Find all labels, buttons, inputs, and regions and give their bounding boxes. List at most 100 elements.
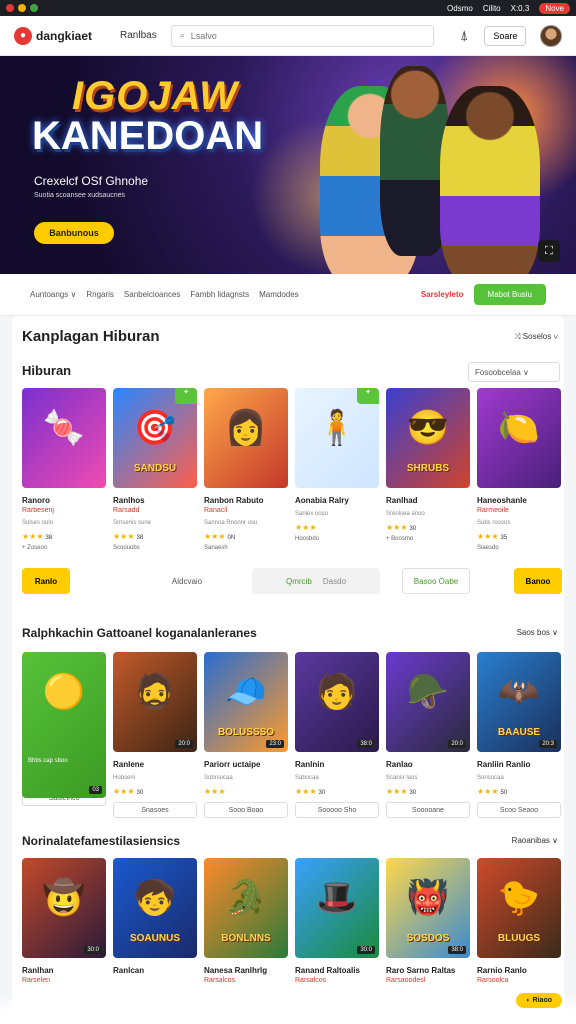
game-art-icon: 🍬: [42, 409, 86, 447]
game-card[interactable]: 🐊 BONLNNS Nanesa Ranlhrlg Rarsalcos: [204, 858, 288, 984]
game-thumbnail[interactable]: 👩: [204, 388, 288, 488]
filter-item[interactable]: Sanbelcioances: [124, 290, 180, 299]
game-card[interactable]: 🧍 ✦ Aonabia Ralry Sanlex ooso ★★★ Hoosbdo: [295, 388, 379, 551]
action-button[interactable]: Ranlo: [22, 568, 70, 594]
rating-stars: ★★★: [295, 523, 317, 532]
game-card[interactable]: 🎩 30:0 Ranand Raltoalis Rarsalcos: [295, 858, 379, 984]
game-subtitle: Sonsocaa: [477, 775, 504, 781]
game-tag-pill[interactable]: Sooooane: [386, 802, 470, 818]
action-row: Ranlo Aldcvaio Qmrcib Dasdo Basoo Oabe B…: [22, 568, 562, 594]
player-count: + Boosmo: [386, 536, 414, 542]
maximize-dot-icon[interactable]: [30, 4, 38, 12]
duration-badge: 20:0: [448, 740, 466, 748]
game-card[interactable]: 🟡 03 Bhbs cap sboo Saulelnco: [22, 652, 106, 818]
game-card[interactable]: 🧒 SOAUNUS Ranlcan: [113, 858, 197, 984]
game-row-2: 🟡 03 Bhbs cap sboo Saulelnco 🧔 20:0 Ranlene Hob…: [22, 652, 561, 818]
game-thumbnail[interactable]: 🎯 SANDSU ✦: [113, 388, 197, 488]
see-all-link[interactable]: Raoanibas ∨: [512, 836, 558, 845]
live-badge[interactable]: Nove: [539, 2, 570, 14]
game-card[interactable]: 👩 Ranbon Rabuto Ranacil Sannoa Rnonnr osu ★★…: [204, 388, 288, 551]
game-art-icon: 👹: [406, 879, 450, 917]
game-art-icon: 🎩: [315, 879, 359, 917]
game-thumbnail[interactable]: 🪖 20:0: [386, 652, 470, 752]
game-tag-pill[interactable]: Sooooo Sho: [295, 802, 379, 818]
game-card[interactable]: 🍬 Ranoro Rarbesenj Sulses oulo ★★★ 38 + Zoseoo: [22, 388, 106, 551]
floating-button[interactable]: ◐ Riaoo: [516, 993, 562, 1008]
action-link[interactable]: Aldcvaio: [157, 568, 217, 594]
hero-banner[interactable]: IGOJAW KANEDOAN Crexelcf OSf Ghnohe Suot…: [0, 56, 576, 274]
filter-action-button[interactable]: Mabot Busiu: [473, 284, 546, 305]
game-thumbnail[interactable]: 🧒 SOAUNUS: [113, 858, 197, 958]
game-thumbnail[interactable]: 🧢 BOLUSSSO 23:0: [204, 652, 288, 752]
game-thumbnail[interactable]: 🧑 38:0: [295, 652, 379, 752]
game-title: Nanesa Ranlhrlg: [204, 966, 268, 975]
game-subtitle: Sulses oulo: [22, 520, 54, 526]
game-subtitle: Sanlex ooso: [295, 511, 329, 517]
game-thumbnail[interactable]: 😎 SHRUBS: [386, 388, 470, 488]
game-thumbnail[interactable]: 🤠 30:0: [22, 858, 106, 958]
game-thumbnail[interactable]: 🍋: [477, 388, 561, 488]
game-tag-pill[interactable]: Snasoes: [113, 802, 197, 818]
duration-badge: 23:0: [266, 740, 284, 748]
game-logo-text: SOSDOS: [406, 933, 450, 944]
game-tag-pill[interactable]: Scoo Seaoo: [477, 802, 561, 818]
game-tag-pill[interactable]: Sooo Boao: [204, 802, 288, 818]
search-input[interactable]: [190, 30, 411, 41]
game-thumbnail[interactable]: 🍬: [22, 388, 106, 488]
filter-item[interactable]: Mamdodes: [259, 290, 299, 299]
duration-badge: 20:3: [539, 740, 557, 748]
notification-icon[interactable]: ⍋: [460, 27, 468, 44]
rating-stars: ★★★ 30: [386, 523, 417, 532]
duration-badge: 30:0: [84, 946, 102, 954]
game-card[interactable]: 🪖 20:0 Ranlao Scansr laos ★★★ 30 Sooooane: [386, 652, 470, 818]
hero-cta-button[interactable]: Banbunous: [34, 222, 114, 244]
game-thumbnail[interactable]: 🎩 30:0: [295, 858, 379, 958]
game-card[interactable]: 👹 SOSDOS 38:0 Raro Sarno Raltas Rarsaoodesl: [386, 858, 470, 984]
window-controls[interactable]: [6, 4, 38, 12]
game-thumbnail[interactable]: 🟡 03: [22, 652, 106, 798]
game-thumbnail[interactable]: 👹 SOSDOS 38:0: [386, 858, 470, 958]
game-card[interactable]: 🧢 BOLUSSSO 23:0 Pariorr uctaipe Sobrsocaa ★★★…: [204, 652, 288, 818]
sort-control[interactable]: ⤨ Soselos ∨: [514, 332, 558, 342]
game-art-icon: 🤠: [42, 879, 86, 917]
rating-stars: ★★★ 30: [113, 787, 144, 796]
game-card[interactable]: 🐤 BLUUGS Rarnio Ranlo Rarsoolca: [477, 858, 561, 984]
duration-badge: 30:0: [357, 946, 375, 954]
game-card[interactable]: 😎 SHRUBS Ranlhad Srenlsea anoo ★★★ 30 + Boosmo: [386, 388, 470, 551]
category-dropdown[interactable]: Fosoobcelaa ∨: [468, 362, 560, 382]
see-all-link[interactable]: Saos bos ∨: [517, 628, 558, 637]
game-card[interactable]: 🧔 20:0 Ranlene Hobseni ★★★ 30 Snasoes: [113, 652, 197, 818]
action-link-green[interactable]: Basoo Oabe: [402, 568, 470, 594]
game-card[interactable]: 🦇 BAAUSE 20:3 Ranliin Ranlio Sonsocaa ★★★ 50 Sc…: [477, 652, 561, 818]
filter-item[interactable]: Auntoangs ∨: [30, 290, 76, 299]
duration-badge: 03: [89, 786, 102, 794]
nav-link[interactable]: Ranlbas: [120, 30, 157, 41]
search-icon: ⌕: [179, 30, 185, 40]
search-box[interactable]: ⌕: [170, 24, 434, 47]
game-card[interactable]: 🍋 Haneoshanle Rarmeoile Subs roosus ★★★ 35 Sia…: [477, 388, 561, 551]
fullscreen-icon[interactable]: ⛶: [538, 240, 560, 262]
game-title: Ranliin Ranlio: [477, 760, 531, 769]
avatar[interactable]: [540, 24, 562, 47]
minimize-dot-icon[interactable]: [18, 4, 26, 12]
game-row-1: 🍬 Ranoro Rarbesenj Sulses oulo ★★★ 38 + Zoseoo…: [22, 388, 561, 551]
game-thumbnail[interactable]: 🧍 ✦: [295, 388, 379, 488]
hero-title-1: IGOJAW: [72, 74, 239, 118]
action-pill[interactable]: Qmrcib Dasdo: [252, 568, 380, 594]
close-dot-icon[interactable]: [6, 4, 14, 12]
logo[interactable]: ● dangkiaet: [14, 26, 92, 45]
game-card[interactable]: 🎯 SANDSU ✦ Ranlhos Rarsadd Srnsenis sune ★★★ 38…: [113, 388, 197, 551]
filter-highlight[interactable]: Sarsleyleto: [421, 290, 464, 299]
game-category: Rarsalcos: [204, 977, 236, 984]
action-button-right[interactable]: Banoo: [514, 568, 562, 594]
game-thumbnail[interactable]: 🦇 BAAUSE 20:3: [477, 652, 561, 752]
game-card[interactable]: 🧑 38:0 Ranlnin Sabocaa ★★★ 30 Sooooo Sho: [295, 652, 379, 818]
filter-item[interactable]: Fambh lidagnsts: [190, 290, 249, 299]
game-card[interactable]: 🤠 30:0 Ranlhan Rarselen: [22, 858, 106, 984]
game-thumbnail[interactable]: 🧔 20:0: [113, 652, 197, 752]
game-thumbnail[interactable]: 🐤 BLUUGS: [477, 858, 561, 958]
game-thumbnail[interactable]: 🐊 BONLNNS: [204, 858, 288, 958]
rating-stars: ★★★ 38: [22, 532, 53, 541]
filter-item[interactable]: Rngaris: [86, 290, 114, 299]
signin-button[interactable]: Soare: [484, 25, 527, 46]
